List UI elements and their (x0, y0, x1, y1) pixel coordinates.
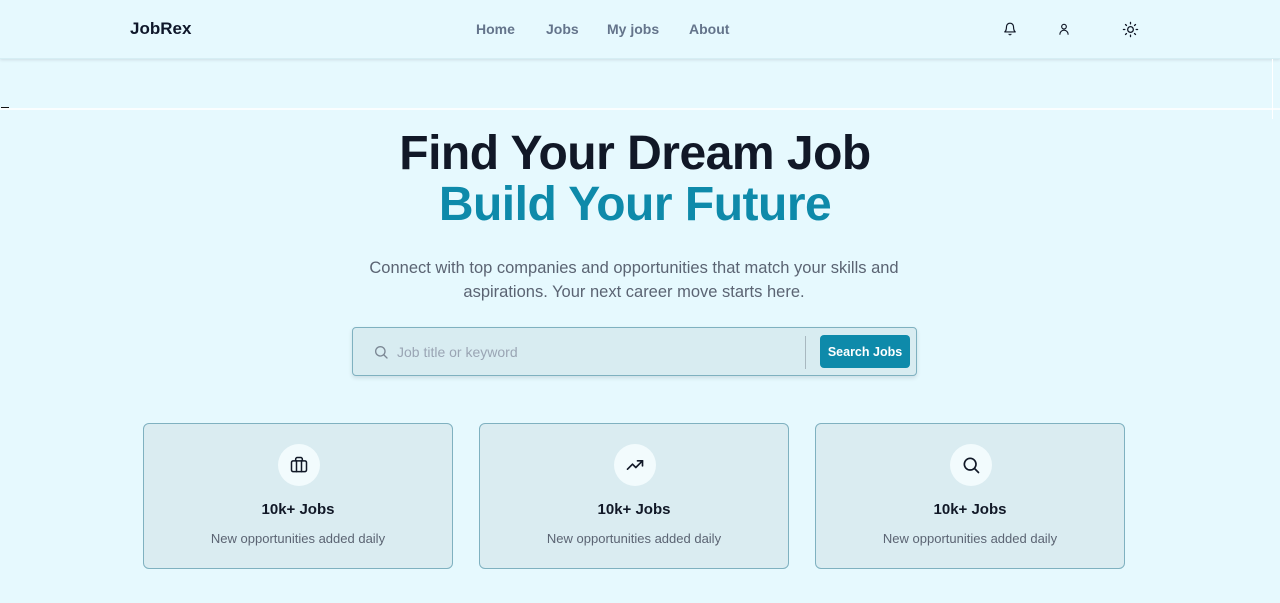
nav-link-home[interactable]: Home (476, 21, 515, 37)
top-navbar: JobRex Home Jobs My jobs About (0, 0, 1280, 59)
search-divider (805, 336, 806, 369)
hero-subtitle: Build Your Future (438, 178, 832, 231)
search-jobs-button[interactable]: Search Jobs (820, 335, 910, 368)
job-search-input[interactable] (397, 340, 797, 364)
search-icon (950, 444, 992, 486)
trending-up-icon (614, 444, 656, 486)
stat-card-title: 10k+ Jobs (261, 501, 335, 518)
divider-tick (1, 107, 9, 108)
hero-title: Find Your Dream Job (399, 127, 871, 180)
user-icon[interactable] (1053, 18, 1075, 40)
stat-card: 10k+ Jobs New opportunities added daily (143, 423, 453, 569)
bell-icon[interactable] (999, 18, 1021, 40)
job-search-bar: Search Jobs (352, 327, 917, 376)
page-edge (1272, 59, 1273, 119)
nav-link-about[interactable]: About (689, 21, 729, 37)
stat-card-title: 10k+ Jobs (597, 501, 671, 518)
stat-card-description: New opportunities added daily (210, 531, 386, 546)
stat-card: 10k+ Jobs New opportunities added daily (479, 423, 789, 569)
brand-logo[interactable]: JobRex (130, 19, 191, 39)
section-divider (0, 108, 1280, 110)
briefcase-icon (278, 444, 320, 486)
nav-link-jobs[interactable]: Jobs (546, 21, 579, 37)
hero-description: Connect with top companies and opportuni… (369, 259, 899, 301)
search-icon (375, 346, 388, 359)
stat-card-title: 10k+ Jobs (933, 501, 1007, 518)
stat-card-description: New opportunities added daily (882, 531, 1058, 546)
sun-icon[interactable] (1119, 18, 1141, 40)
nav-link-my-jobs[interactable]: My jobs (607, 21, 659, 37)
stat-card-description: New opportunities added daily (546, 531, 722, 546)
stat-card: 10k+ Jobs New opportunities added daily (815, 423, 1125, 569)
